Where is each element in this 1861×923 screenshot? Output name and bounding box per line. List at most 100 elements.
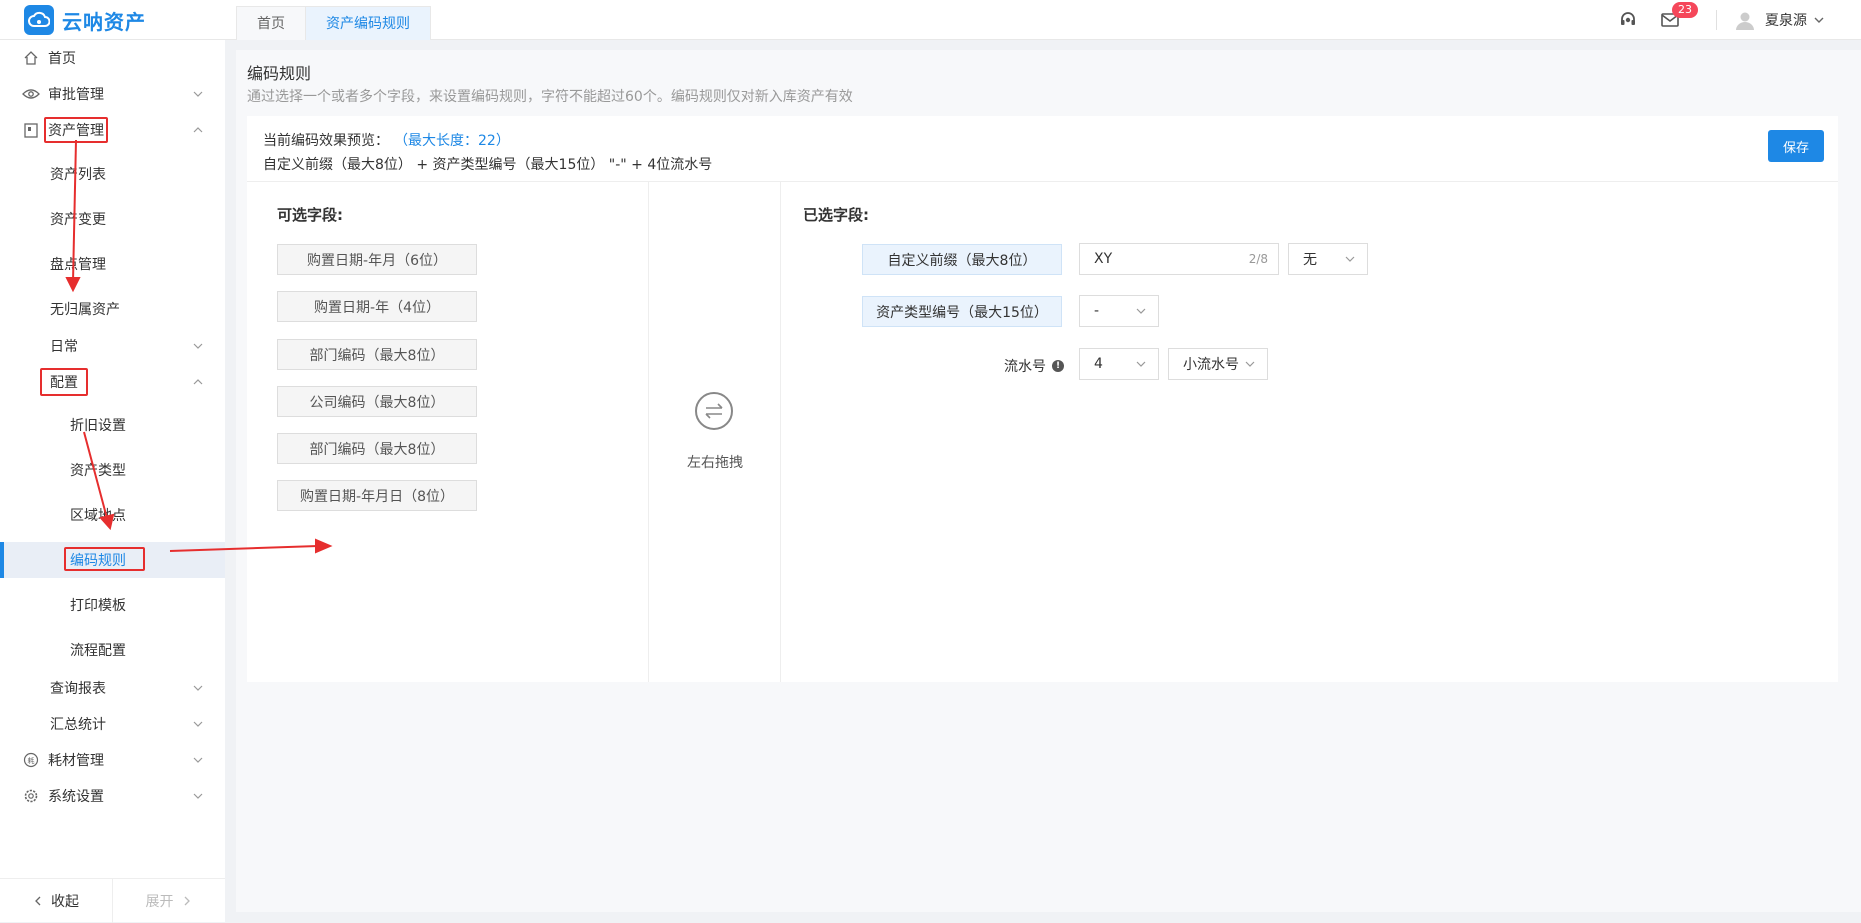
tab-home[interactable]: 首页	[236, 6, 306, 40]
sidebar-item-label: 耗材管理	[48, 753, 104, 769]
app-logo[interactable]: 云呐资产	[24, 5, 146, 35]
available-field[interactable]: 购置日期-年（4位）	[277, 291, 477, 322]
serial-mode-select[interactable]: 小流水号	[1168, 348, 1268, 380]
chevron-up-icon	[193, 379, 203, 385]
sidebar-item-depreciation[interactable]: 折旧设置	[0, 407, 225, 443]
prefix-separator-select[interactable]: 无	[1288, 243, 1368, 275]
user-menu[interactable]: 夏泉源	[1735, 10, 1825, 30]
chevron-up-icon	[193, 127, 203, 133]
top-bar: 云呐资产 首页 资产编码规则 23 夏泉源	[0, 0, 1861, 40]
sidebar-item-asset-change[interactable]: 资产变更	[0, 201, 225, 237]
chevron-down-icon	[1814, 17, 1824, 23]
sidebar-item-label: 区域地点	[70, 508, 126, 524]
chevron-down-icon	[193, 685, 203, 691]
sidebar-item-label: 打印模板	[70, 598, 126, 614]
page-title: 编码规则	[247, 64, 312, 83]
sidebar: 首页 审批管理 资产管理 资产列表 资产变更 盘点管理 无归属资产 日常 配置 …	[0, 40, 225, 923]
drag-hint-panel: 左右拖拽	[649, 182, 781, 682]
asset-icon	[22, 121, 40, 139]
swap-arrows-icon	[695, 392, 733, 430]
prefix-input[interactable]: XY 2/8	[1079, 243, 1279, 275]
save-button[interactable]: 保存	[1768, 130, 1824, 162]
annotation-box	[40, 368, 88, 396]
sidebar-item-locations[interactable]: 区域地点	[0, 497, 225, 533]
annotation-box	[44, 117, 108, 143]
selected-field-prefix[interactable]: 自定义前缀（最大8位）	[862, 244, 1062, 275]
sidebar-footer: 收起 展开	[0, 878, 225, 923]
chevron-down-icon	[1136, 308, 1146, 314]
sidebar-item-label: 资产变更	[50, 212, 106, 228]
collapse-label: 收起	[51, 894, 79, 910]
sidebar-item-label: 资产类型	[70, 463, 126, 479]
sidebar-item-system-settings[interactable]: 系统设置	[0, 778, 225, 814]
sidebar-item-consumables[interactable]: 耗 耗材管理	[0, 742, 225, 778]
selected-field-asset-type[interactable]: 资产类型编号（最大15位）	[862, 296, 1062, 327]
sidebar-item-label: 盘点管理	[50, 257, 106, 273]
available-fields-panel: 可选字段: 购置日期-年月（6位） 购置日期-年（4位） 部门编码（最大8位） …	[247, 182, 649, 682]
available-field[interactable]: 购置日期-年月日（8位）	[277, 480, 477, 511]
prefix-input-value: XY	[1094, 251, 1113, 267]
sidebar-item-daily[interactable]: 日常	[0, 328, 225, 364]
avatar-icon	[1736, 12, 1754, 30]
user-name: 夏泉源	[1765, 13, 1807, 29]
info-icon[interactable]: !	[1052, 360, 1064, 372]
sidebar-item-approval[interactable]: 审批管理	[0, 76, 225, 112]
mail-icon[interactable]: 23	[1658, 2, 1698, 32]
chevron-down-icon	[1245, 361, 1255, 367]
preview-max-length: （最大长度：22）	[401, 133, 510, 149]
sidebar-item-configuration[interactable]: 配置	[0, 364, 225, 400]
home-icon	[22, 49, 40, 67]
sidebar-item-label: 无归属资产	[50, 302, 120, 318]
sidebar-item-label: 汇总统计	[50, 717, 106, 733]
expand-button[interactable]: 展开	[112, 879, 224, 923]
chevron-down-icon	[193, 91, 203, 97]
sidebar-item-label: 系统设置	[48, 789, 104, 805]
available-field[interactable]: 部门编码（最大8位）	[277, 433, 477, 464]
prefix-char-counter: 2/8	[1248, 252, 1268, 266]
prefix-separator-value: 无	[1303, 252, 1317, 268]
header-divider	[1716, 10, 1717, 30]
support-headset-icon[interactable]	[1616, 8, 1640, 32]
header-actions: 23 夏泉源	[1598, 0, 1825, 40]
gear-icon	[22, 787, 40, 805]
sidebar-item-asset-types[interactable]: 资产类型	[0, 452, 225, 488]
sidebar-item-label: 首页	[48, 51, 76, 67]
svg-text:耗: 耗	[28, 757, 35, 765]
consumables-icon: 耗	[22, 751, 40, 769]
sidebar-item-home[interactable]: 首页	[0, 40, 225, 76]
sidebar-item-summary[interactable]: 汇总统计	[0, 706, 225, 742]
type-separator-select[interactable]: -	[1079, 295, 1159, 327]
annotation-box	[64, 547, 145, 571]
serial-digits-select[interactable]: 4	[1079, 348, 1159, 380]
chevron-down-icon	[1136, 361, 1146, 367]
sidebar-item-label: 流程配置	[70, 643, 126, 659]
chevron-right-icon	[184, 896, 190, 906]
tab-asset-code-rule[interactable]: 资产编码规则	[305, 6, 431, 40]
app-name: 云呐资产	[62, 9, 146, 34]
available-field[interactable]: 公司编码（最大8位）	[277, 386, 477, 417]
sidebar-item-print-templates[interactable]: 打印模板	[0, 587, 225, 623]
expand-label: 展开	[145, 894, 174, 910]
sidebar-item-label: 折旧设置	[70, 418, 126, 434]
page-description: 通过选择一个或者多个字段，来设置编码规则，字符不能超过60个。编码规则仅对新入库…	[247, 89, 853, 105]
chevron-down-icon	[193, 793, 203, 799]
cloud-logo-icon	[24, 5, 54, 35]
selected-fields-panel: 已选字段: 自定义前缀（最大8位） XY 2/8 无 资产类型编号（最大15位）…	[781, 182, 1838, 682]
collapse-button[interactable]: 收起	[0, 879, 112, 923]
available-field[interactable]: 购置日期-年月（6位）	[277, 244, 477, 275]
serial-number-label: 流水号 !	[1004, 356, 1064, 376]
sidebar-item-asset-list[interactable]: 资产列表	[0, 156, 225, 192]
chevron-down-icon	[193, 721, 203, 727]
sidebar-item-reports[interactable]: 查询报表	[0, 670, 225, 706]
tab-strip: 首页 资产编码规则	[236, 6, 431, 40]
available-fields-title: 可选字段:	[277, 206, 343, 224]
sidebar-item-inventory[interactable]: 盘点管理	[0, 246, 225, 282]
preview-heading: 当前编码效果预览： （最大长度：22）	[263, 130, 510, 150]
sidebar-item-label: 资产列表	[50, 167, 106, 183]
available-field[interactable]: 部门编码（最大8位）	[277, 339, 477, 370]
message-count-badge: 23	[1672, 2, 1698, 18]
sidebar-item-workflow[interactable]: 流程配置	[0, 632, 225, 668]
sidebar-item-label: 审批管理	[48, 87, 104, 103]
sidebar-item-unassigned-assets[interactable]: 无归属资产	[0, 291, 225, 327]
sidebar-item-asset-management[interactable]: 资产管理	[0, 112, 225, 148]
